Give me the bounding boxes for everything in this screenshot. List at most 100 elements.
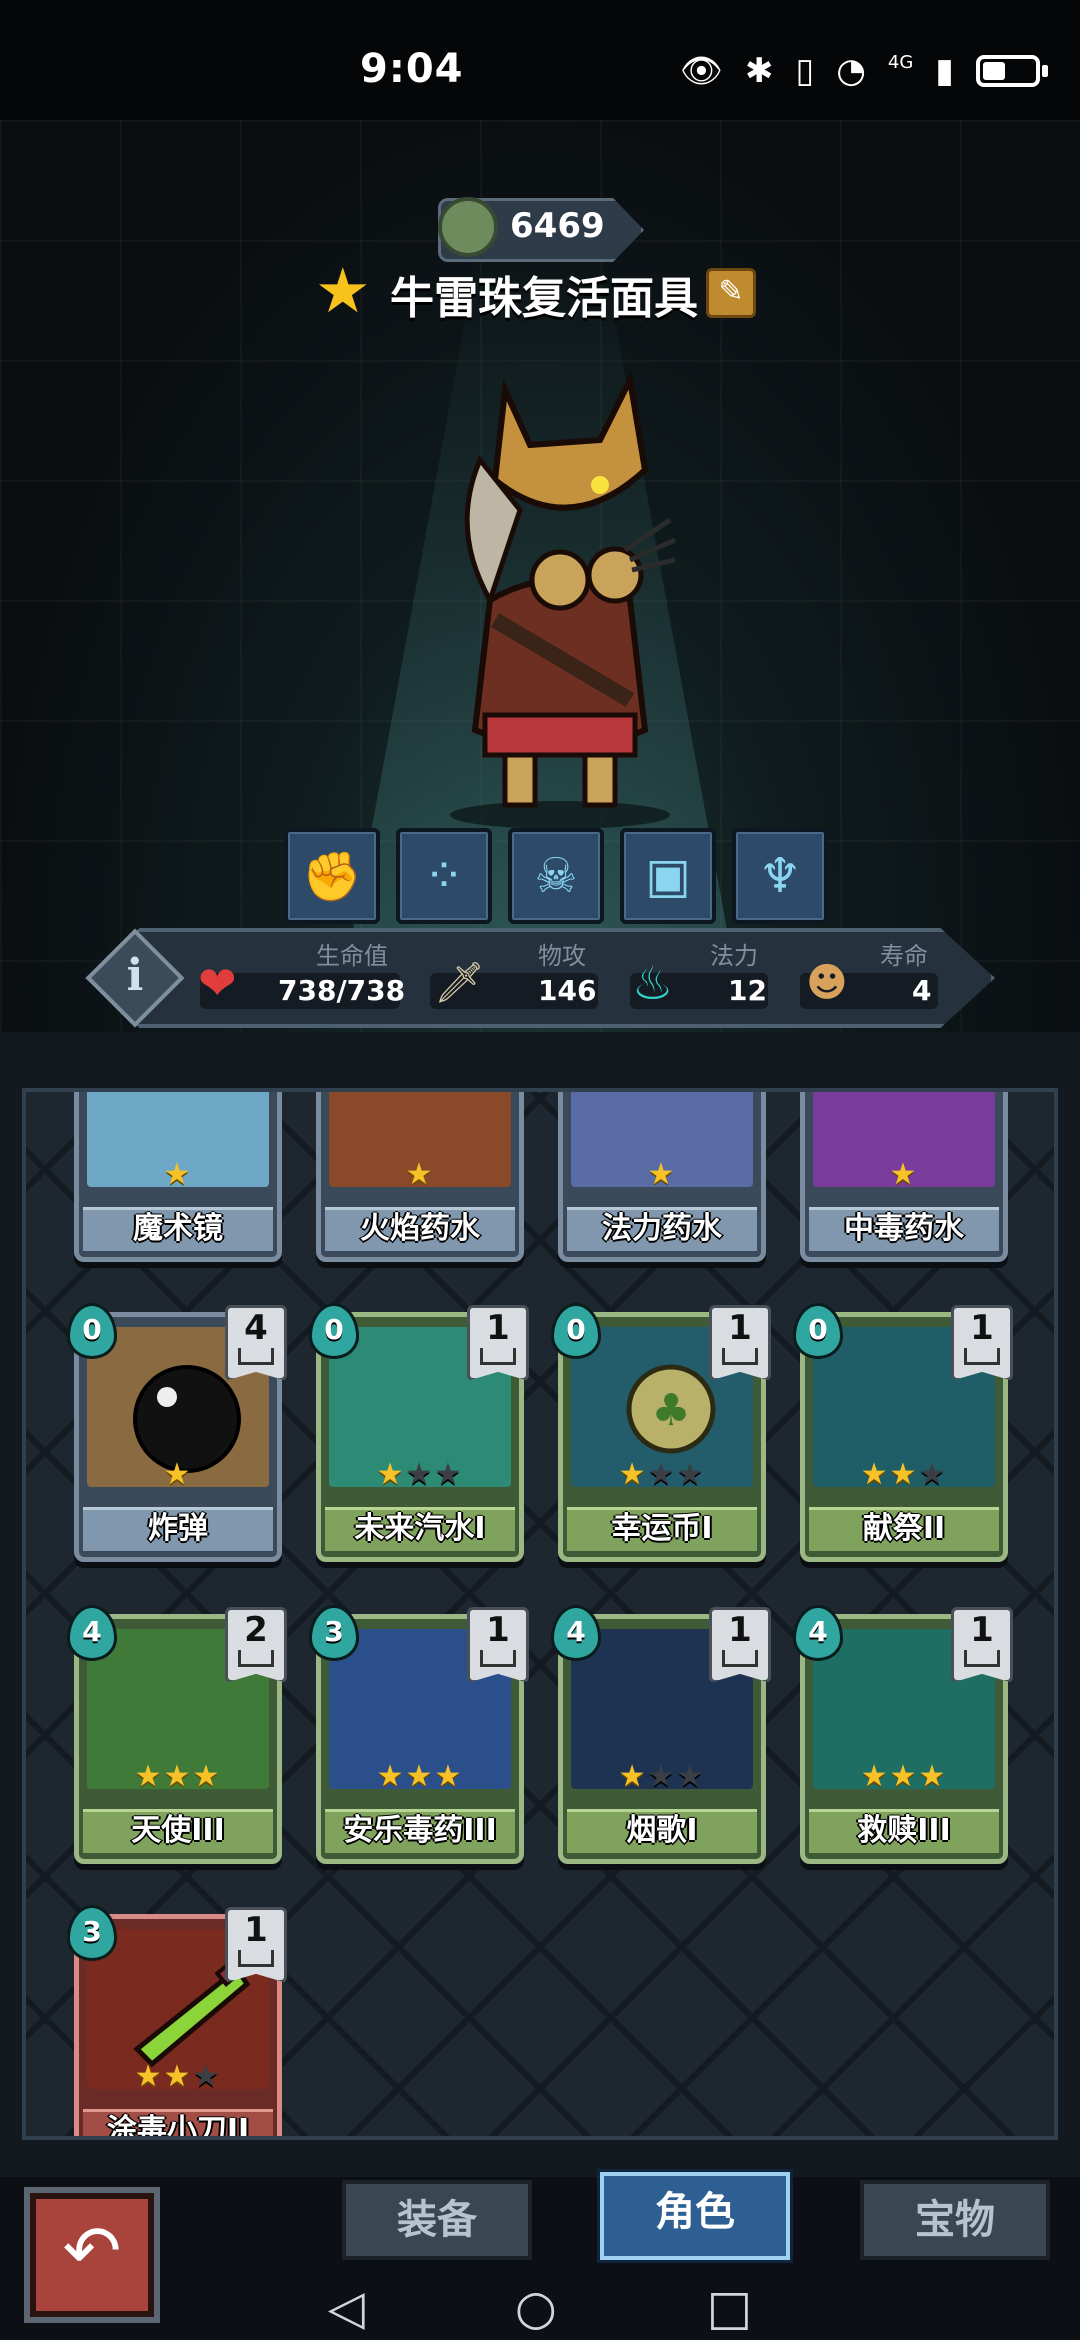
card-stars: ★★★ [376, 1759, 464, 1794]
card-count: 1 [709, 1305, 771, 1381]
hp-label: 生命值 [316, 942, 388, 970]
footprints-icon: ⁘ [423, 848, 465, 904]
signal-icon: ▮ [935, 51, 954, 91]
heart-icon: ❤ [198, 956, 237, 1010]
wifi-icon: ◔ [836, 51, 866, 91]
status-icons: 👁 ✱ ▯ ◔ 4G ▮ [679, 51, 1048, 91]
card-name: 法力药水 [602, 1211, 722, 1246]
tab-treasure[interactable]: 宝物 [860, 2180, 1050, 2260]
ability-row: ✊ ⁘ ☠ ▣ ♆ [284, 828, 828, 924]
nav-back-icon[interactable]: ◁ [328, 2284, 365, 2332]
ability-slot-2[interactable]: ⁘ [396, 828, 492, 924]
card-name: 烟歌I [626, 1813, 698, 1848]
card-name: 安乐毒药III [343, 1813, 497, 1848]
card-cost: 4 [551, 1605, 601, 1661]
card-stars: ★ [889, 1157, 919, 1192]
card-lucky-coin[interactable]: ♣ ★★★ 幸运币I 0 1 [551, 1303, 771, 1562]
card-stars: ★ [163, 1157, 193, 1192]
life-value: 4 [912, 974, 932, 1007]
ability-slot-3[interactable]: ☠ [508, 828, 604, 924]
card-count-value: 1 [728, 1308, 752, 1348]
card-angel[interactable]: ★★★ 天使III 4 2 [67, 1605, 287, 1864]
demon-icon: ♆ [758, 848, 802, 904]
card-name: 中毒药水 [844, 1211, 964, 1246]
card-cost: 4 [793, 1605, 843, 1661]
card-cost: 0 [551, 1303, 601, 1359]
card-stars: ★ [405, 1157, 435, 1192]
card-bomb[interactable]: ★ 炸弹 0 4 [67, 1303, 287, 1562]
status-bar: 9:04 👁 ✱ ▯ ◔ 4G ▮ [0, 0, 1080, 120]
favorite-star-icon[interactable]: ★ [315, 260, 371, 322]
hp-value: 738/738 [278, 974, 406, 1007]
card-magic-mirror[interactable]: ★ 魔术镜 [74, 1092, 282, 1262]
card-stars: ★★★ [134, 1759, 222, 1794]
hero-name: 牛雷珠复活面具 [390, 273, 698, 324]
card-name: 火焰药水 [360, 1211, 480, 1246]
card-stars: ★★★ [376, 1457, 464, 1492]
card-count: 1 [467, 1305, 529, 1381]
card-count-value: 1 [486, 1308, 510, 1348]
bluetooth-icon: ✱ [744, 51, 774, 91]
card-stars: ★★★ [860, 1759, 948, 1794]
fist-coin-icon [438, 197, 498, 257]
svg-text:♣: ♣ [651, 1385, 690, 1436]
network-label: 4G [887, 52, 914, 73]
grab-icon: ✊ [302, 848, 362, 905]
stat-hp: ❤ 生命值 738/738 [198, 928, 405, 1028]
currency-value: 6469 [510, 206, 605, 246]
card-stars: ★ [647, 1157, 677, 1192]
card-panel: ★ 魔术镜 ★ 火焰药水 ★ 法力药水 ★ 中毒药水 ★ 炸弹 0 4 ★★★ … [0, 1032, 1080, 2177]
tab-character[interactable]: 角色 [600, 2172, 790, 2260]
mana-value: 12 [728, 974, 767, 1007]
card-cost: 0 [793, 1303, 843, 1359]
card-name: 炸弹 [148, 1511, 208, 1546]
card-stars: ★★★ [860, 1457, 948, 1492]
tab-equipment[interactable]: 装备 [342, 2180, 532, 2260]
card-stars: ★★★ [134, 2059, 222, 2094]
stat-attack: 🗡 物攻 146 [430, 928, 600, 1028]
mana-label: 法力 [710, 942, 758, 970]
card-count: 4 [225, 1305, 287, 1381]
nav-recents-icon[interactable]: □ [707, 2284, 752, 2332]
card-poison-knife[interactable]: ★★★ 涂毒小刀II 3 1 [67, 1905, 287, 2136]
card-sacrifice[interactable]: ★★★ 献祭II 0 1 [793, 1303, 1013, 1562]
card-euthanasia-poison[interactable]: ★★★ 安乐毒药III 3 1 [309, 1605, 529, 1864]
stat-mana: ♨ 法力 12 [630, 928, 770, 1028]
stack-icon [238, 1650, 274, 1667]
stack-icon [480, 1650, 516, 1667]
stack-icon [964, 1348, 1000, 1365]
card-redemption[interactable]: ★★★ 救赎III 4 1 [793, 1605, 1013, 1864]
card-cost: 0 [309, 1303, 359, 1359]
ability-slot-1[interactable]: ✊ [284, 828, 380, 924]
status-time: 9:04 [360, 46, 464, 92]
card-count: 1 [709, 1607, 771, 1683]
monster-icon: ☠ [534, 848, 578, 904]
card-mana-potion[interactable]: ★ 法力药水 [558, 1092, 766, 1262]
card-count-value: 2 [244, 1610, 268, 1650]
stack-icon [722, 1650, 758, 1667]
ability-slot-5[interactable]: ♆ [732, 828, 828, 924]
cube-icon: ▣ [645, 848, 691, 904]
card-count: 1 [225, 1907, 287, 1983]
dwarf-icon: ☻ [806, 960, 848, 1006]
info-button[interactable]: i [85, 928, 185, 1028]
life-label: 寿命 [880, 942, 928, 970]
battery-icon [976, 55, 1048, 87]
ability-slot-4[interactable]: ▣ [620, 828, 716, 924]
card-count: 2 [225, 1607, 287, 1683]
eye-icon: 👁 [679, 51, 723, 91]
card-count-value: 1 [486, 1610, 510, 1650]
nav-home-icon[interactable]: ○ [515, 2284, 557, 2332]
card-count: 1 [951, 1607, 1013, 1683]
card-poison-potion[interactable]: ★ 中毒药水 [800, 1092, 1008, 1262]
edit-name-icon[interactable]: ✎ [706, 268, 756, 318]
card-future-soda[interactable]: ★★★ 未来汽水I 0 1 [309, 1303, 529, 1562]
card-fire-potion[interactable]: ★ 火焰药水 [316, 1092, 524, 1262]
card-count-value: 1 [970, 1308, 994, 1348]
vibrate-icon: ▯ [795, 51, 815, 91]
mana-flame-icon: ♨ [632, 956, 674, 1010]
card-name: 献祭II [862, 1511, 946, 1546]
card-name: 未来汽水I [354, 1511, 486, 1546]
card-grid[interactable]: ★ 魔术镜 ★ 火焰药水 ★ 法力药水 ★ 中毒药水 ★ 炸弹 0 4 ★★★ … [22, 1088, 1058, 2140]
card-smoke-song[interactable]: ★★★ 烟歌I 4 1 [551, 1605, 771, 1864]
